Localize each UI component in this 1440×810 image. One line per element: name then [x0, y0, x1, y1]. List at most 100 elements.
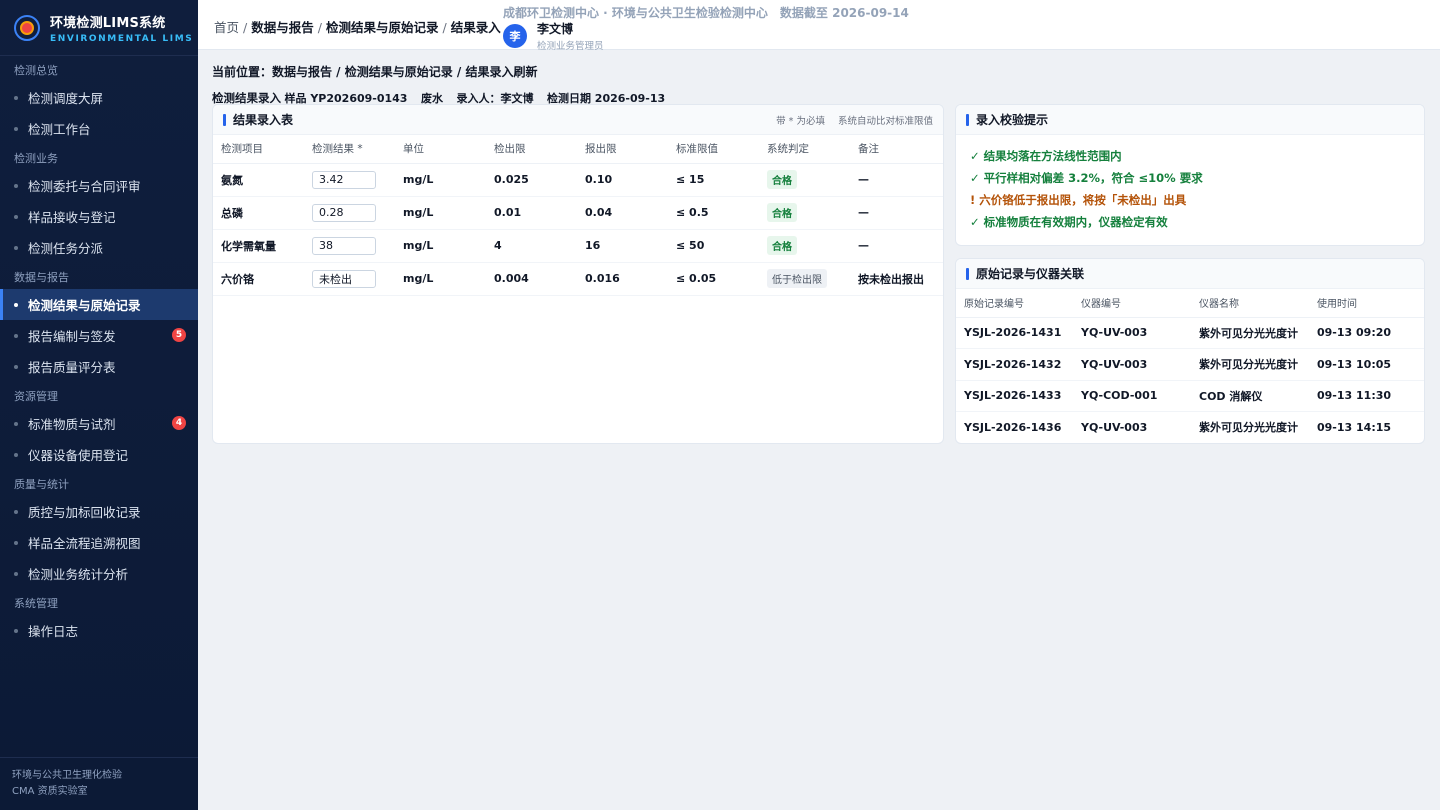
- bullet-icon: [14, 245, 18, 250]
- record-table: 原始记录编号 仪器编号 仪器名称 使用时间 YSJL-2026-1431 YQ-UV-0…: [956, 289, 1424, 443]
- column-header: 单位: [395, 135, 486, 164]
- sidebar-item[interactable]: 报告质量评分表: [0, 351, 198, 382]
- status-badge: 低于检出限: [767, 269, 827, 288]
- raw-record-card: 原始记录与仪器关联 原始记录编号 仪器编号 仪器名称 使用时间 YSJL-2026-1…: [955, 258, 1425, 444]
- bullet-icon: [14, 421, 18, 426]
- nav-group-label: 系统管理: [14, 597, 58, 610]
- bullet-icon: [14, 509, 18, 514]
- sidebar-item[interactable]: 质控与加标回收记录: [0, 496, 198, 527]
- column-header: 报出限: [577, 135, 668, 164]
- sidebar-item[interactable]: 标准物质与试剂 4: [0, 408, 198, 439]
- record-id: YSJL-2026-1431: [956, 317, 1073, 349]
- tips-list: ✓ 结果均落在方法线性范围内 ✓ 平行样相对偏差 3.2%，符合 ≤10% 要求!…: [956, 135, 1424, 243]
- nav-group-label: 检测业务: [14, 152, 58, 165]
- instrument-id: YQ-UV-003: [1073, 348, 1191, 381]
- result-input[interactable]: [312, 236, 376, 255]
- result-input[interactable]: [312, 203, 376, 222]
- table-row[interactable]: YSJL-2026-1436 YQ-UV-003 紫外可见分光光度计 09-13 14…: [956, 411, 1424, 443]
- lims-logo-icon: [14, 14, 40, 41]
- table-row[interactable]: YSJL-2026-1433 YQ-COD-001 COD 消解仪 09-13 11:…: [956, 380, 1424, 412]
- breadcrumb: 首页 / 数据与报告 / 检测结果与原始记录 / 结果录入: [214, 17, 501, 36]
- result-cell: [304, 196, 395, 230]
- org-name: 成都环卫检测中心 · 环境与公共卫生检验检测中心: [503, 6, 768, 20]
- bullet-icon: [14, 183, 18, 188]
- record-id: YSJL-2026-1432: [956, 348, 1073, 381]
- detection-limit: 0.01: [486, 196, 577, 230]
- unit: mg/L: [395, 229, 486, 263]
- bullet-icon: [14, 452, 18, 457]
- brand[interactable]: 环境检测LIMS系统 ENVIRONMENTAL LIMS: [0, 0, 198, 56]
- instrument-name: 紫外可见分光光度计: [1191, 348, 1309, 381]
- use-time: 09-13 10:05: [1309, 348, 1424, 381]
- judgement-cell: 合格: [759, 196, 850, 230]
- sidebar-item[interactable]: 检测结果与原始记录: [0, 289, 198, 320]
- footer-line-2: CMA 资质实验室: [12, 786, 88, 797]
- standard-limit: ≤ 15: [668, 163, 759, 197]
- sidebar-item-label: 样品接收与登记: [28, 210, 116, 225]
- validation-tip: ✓ 结果均落在方法线性范围内: [970, 149, 1122, 163]
- current-location: 当前位置：数据与报告 / 检测结果与原始记录 / 结果录入刷新: [212, 65, 538, 79]
- breadcrumb-data-report[interactable]: 数据与报告: [251, 20, 314, 35]
- footer-line-1: 环境与公共卫生理化检验: [12, 770, 122, 781]
- unit: mg/L: [395, 196, 486, 230]
- result-cell: [304, 229, 395, 263]
- sidebar-item-label: 质控与加标回收记录: [28, 505, 141, 520]
- status-badge: 合格: [767, 170, 797, 189]
- auto-compare-note: 系统自动比对标准限值: [837, 115, 933, 127]
- sidebar-item[interactable]: 检测业务统计分析: [0, 558, 198, 589]
- bullet-icon: [14, 95, 18, 100]
- column-header: 检测结果 *: [304, 135, 395, 164]
- sidebar-item-label: 报告编制与签发: [28, 329, 116, 344]
- breadcrumb-home[interactable]: 首页: [214, 20, 239, 35]
- standard-limit: ≤ 0.5: [668, 196, 759, 230]
- use-time: 09-13 11:30: [1309, 380, 1424, 412]
- breadcrumb-current: 结果录入: [450, 20, 501, 35]
- column-header: 备注: [850, 135, 943, 164]
- validation-tips-card: 录入校验提示 ✓ 结果均落在方法线性范围内 ✓ 平行样相对偏差 3.2%，符合 ≤…: [955, 104, 1425, 246]
- breadcrumb-results-records[interactable]: 检测结果与原始记录: [326, 20, 439, 35]
- count-badge: 5: [172, 328, 186, 342]
- sidebar-item[interactable]: 检测任务分派: [0, 232, 198, 263]
- column-header: 原始记录编号: [956, 289, 1073, 318]
- sidebar-item[interactable]: 样品全流程追溯视图: [0, 527, 198, 558]
- table-row: 化学需氧量 mg/L416≤ 50 合格 —: [213, 229, 943, 263]
- instrument-name: COD 消解仪: [1191, 380, 1309, 412]
- validation-tip: ! 六价铬低于报出限，将按「未检出」出具: [970, 193, 1187, 207]
- column-header: 检测项目: [213, 135, 304, 164]
- standard-limit: ≤ 50: [668, 229, 759, 263]
- column-header: 使用时间: [1309, 289, 1424, 318]
- breadcrumb-separator: /: [442, 20, 447, 35]
- status-badge: 合格: [767, 203, 797, 222]
- sidebar-item[interactable]: 样品接收与登记: [0, 201, 198, 232]
- instrument-name: 紫外可见分光光度计: [1191, 317, 1309, 349]
- bullet-icon: [14, 628, 18, 633]
- sidebar-item[interactable]: 仪器设备使用登记: [0, 439, 198, 470]
- remark: —: [850, 229, 943, 263]
- sidebar-item[interactable]: 检测调度大屏: [0, 82, 198, 113]
- table-row[interactable]: YSJL-2026-1431 YQ-UV-003 紫外可见分光光度计 09-13 09…: [956, 317, 1424, 349]
- result-input[interactable]: [312, 269, 376, 288]
- breadcrumb-separator: /: [243, 20, 248, 35]
- table-row: 六价铬 mg/L0.0040.016≤ 0.05 低于检出限 按未检出报出: [213, 262, 943, 296]
- bullet-icon: [14, 302, 18, 307]
- nav-group-label: 数据与报告: [14, 271, 69, 284]
- sidebar-item[interactable]: 检测工作台: [0, 113, 198, 144]
- nav-group-label: 资源管理: [14, 390, 58, 403]
- sidebar-item-label: 检测委托与合同评审: [28, 179, 141, 194]
- reporting-limit: 16: [577, 229, 668, 263]
- table-row[interactable]: YSJL-2026-1432 YQ-UV-003 紫外可见分光光度计 09-13 10…: [956, 348, 1424, 381]
- sidebar-item[interactable]: 报告编制与签发 5: [0, 320, 198, 351]
- judgement-cell: 合格: [759, 163, 850, 197]
- table-row: 总磷 mg/L0.010.04≤ 0.5 合格 —: [213, 196, 943, 230]
- instrument-id: YQ-COD-001: [1073, 380, 1191, 412]
- remark: —: [850, 196, 943, 230]
- result-input[interactable]: [312, 170, 376, 189]
- data-date: 数据截至 2026-09-14: [779, 6, 909, 20]
- brand-title: 环境检测LIMS系统: [50, 15, 166, 31]
- sidebar-item-label: 检测业务统计分析: [28, 567, 129, 582]
- column-header: 仪器名称: [1191, 289, 1309, 318]
- result-cell: [304, 262, 395, 296]
- sidebar-item[interactable]: 操作日志: [0, 615, 198, 646]
- user-menu[interactable]: 李 李文博 检测业务管理员: [503, 20, 604, 52]
- sidebar-item[interactable]: 检测委托与合同评审: [0, 170, 198, 201]
